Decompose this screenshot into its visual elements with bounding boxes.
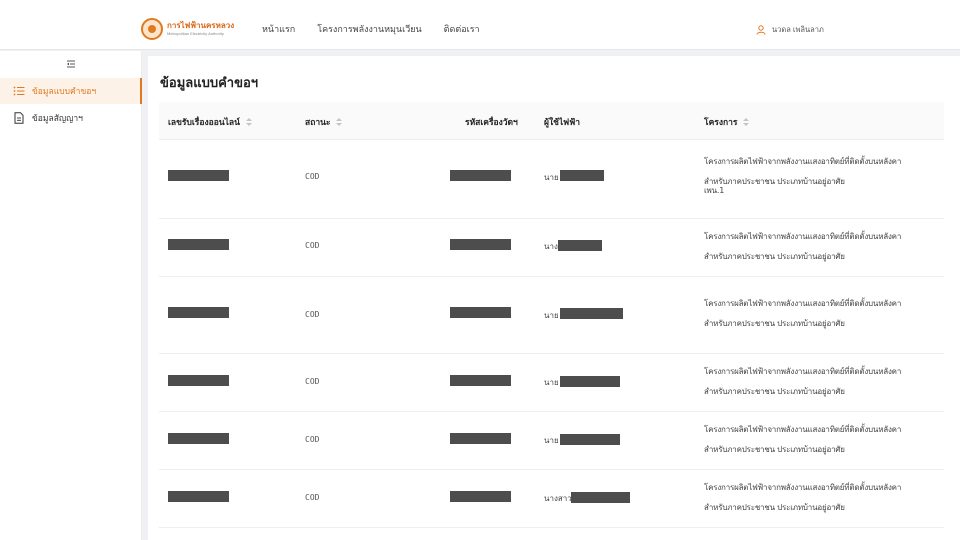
redacted-user-name <box>560 170 604 181</box>
project-cell: โครงการผลิตไฟฟ้าจากพลังงานแสงอาทิตย์ที่ต… <box>704 420 936 459</box>
column-header-user: ผู้ใช้ไฟฟ้า <box>544 115 580 129</box>
logo-name-en: Metropolitan Electricity Authority <box>167 31 224 36</box>
main-content: ข้อมูลแบบคำขอฯ เลขรับเรื่องออนไลน์ สถานะ… <box>148 56 960 540</box>
project-cell: โครงการผลิตไฟฟ้าจากพลังงานแสงอาทิตย์ที่ต… <box>704 294 936 333</box>
sort-icon[interactable] <box>245 118 252 126</box>
project-line: โครงการผลิตไฟฟ้าจากพลังงานแสงอาทิตย์ที่ต… <box>704 299 902 308</box>
project-line: สำหรับภาคประชาชน ประเภทบ้านอยู่อาศัย <box>704 318 845 328</box>
nav-contact[interactable]: ติดต่อเรา <box>444 22 480 36</box>
redacted-request-no <box>168 433 229 444</box>
column-label: ผู้ใช้ไฟฟ้า <box>544 118 580 128</box>
mea-seal-icon <box>141 18 163 40</box>
table-row[interactable]: COD นาย โครงการผลิตไฟฟ้าจากพลังงานแสงอาท… <box>159 354 944 412</box>
status-cell: COD <box>305 493 320 502</box>
project-cell: โครงการผลิตไฟฟ้าจากพลังงานแสงอาทิตย์ที่ต… <box>704 227 936 266</box>
table-row[interactable]: COD นาง โครงการผลิตไฟฟ้าจากพลังงานแสงอาท… <box>159 219 944 277</box>
user-prefix: นาย <box>544 173 559 182</box>
column-label: สถานะ <box>305 118 331 128</box>
table-header: เลขรับเรื่องออนไลน์ สถานะ รหัสเครื่องวัด… <box>159 102 944 140</box>
user-prefix: นาย <box>544 436 559 445</box>
project-line: สำหรับภาคประชาชน ประเภทบ้านอยู่อาศัย <box>704 444 845 454</box>
sort-icon[interactable] <box>336 118 343 126</box>
table-row[interactable]: COD นาย โครงการผลิตไฟฟ้าจากพลังงานแสงอาท… <box>159 277 944 354</box>
redacted-request-no <box>168 375 229 386</box>
table-row[interactable]: COD นางสาว โครงการผลิตไฟฟ้าจากพลังงานแสง… <box>159 470 944 528</box>
top-header: การไฟฟ้านครหลวง Metropolitan Electricity… <box>0 0 960 50</box>
user-prefix: นาง <box>544 242 558 251</box>
redacted-user-name <box>560 376 620 387</box>
sort-icon[interactable] <box>743 118 750 126</box>
column-label: โครงการ <box>704 118 738 128</box>
project-cell: โครงการผลิตไฟฟ้าจากพลังงานแสงอาทิตย์ที่ต… <box>704 152 936 195</box>
project-line: สำหรับภาคประชาชน ประเภทบ้านอยู่อาศัย <box>704 502 845 512</box>
project-line: โครงการผลิตไฟฟ้าจากพลังงานแสงอาทิตย์ที่ต… <box>704 232 902 241</box>
column-header-status[interactable]: สถานะ <box>305 115 343 129</box>
status-cell: COD <box>305 172 320 181</box>
page-title: ข้อมูลแบบคำขอฯ <box>160 76 259 91</box>
project-line: โครงการผลิตไฟฟ้าจากพลังงานแสงอาทิตย์ที่ต… <box>704 157 902 166</box>
table-row[interactable]: COD นาย โครงการผลิตไฟฟ้าจากพลังงานแสงอาท… <box>159 141 944 219</box>
sidebar-item-label: ข้อมูลแบบคำขอฯ <box>32 87 97 97</box>
nav-renewable-projects[interactable]: โครงการพลังงานหมุนเวียน <box>317 22 421 36</box>
list-icon <box>13 86 25 96</box>
redacted-meter-code <box>450 307 511 318</box>
project-line: โครงการผลิตไฟฟ้าจากพลังงานแสงอาทิตย์ที่ต… <box>704 425 902 434</box>
project-line: โครงการผลิตไฟฟ้าจากพลังงานแสงอาทิตย์ที่ต… <box>704 367 902 376</box>
status-cell: COD <box>305 310 320 319</box>
project-cell: โครงการผลิตไฟฟ้าจากพลังงานแสงอาทิตย์ที่ต… <box>704 362 936 401</box>
column-label: รหัสเครื่องวัดฯ <box>465 118 518 128</box>
logo-text: การไฟฟ้านครหลวง Metropolitan Electricity… <box>167 21 234 37</box>
redacted-meter-code <box>450 491 511 502</box>
status-cell: COD <box>305 241 320 250</box>
column-header-online-request-no[interactable]: เลขรับเรื่องออนไลน์ <box>168 115 252 129</box>
user-menu[interactable]: นวดล เพลินลาภ <box>756 24 824 36</box>
table-row[interactable]: COD นาย โครงการผลิตไฟฟ้าจากพลังงานแสงอาท… <box>159 412 944 470</box>
menu-fold-icon[interactable] <box>66 59 76 69</box>
document-icon <box>14 112 24 124</box>
logo-name-th: การไฟฟ้านครหลวง <box>167 21 235 30</box>
redacted-user-name <box>560 308 623 319</box>
user-name: นวดล เพลินลาภ <box>772 25 824 34</box>
mea-logo[interactable]: การไฟฟ้านครหลวง Metropolitan Electricity… <box>141 18 234 40</box>
user-icon <box>756 25 766 35</box>
user-prefix: นาย <box>544 378 559 387</box>
user-prefix: นาย <box>544 311 559 320</box>
column-header-project[interactable]: โครงการ <box>704 115 750 129</box>
status-cell: COD <box>305 435 320 444</box>
redacted-meter-code <box>450 375 511 386</box>
project-line: สำหรับภาคประชาชน ประเภทบ้านอยู่อาศัย <box>704 251 845 261</box>
redacted-request-no <box>168 170 229 181</box>
redacted-meter-code <box>450 239 511 250</box>
project-cell: โครงการผลิตไฟฟ้าจากพลังงานแสงอาทิตย์ที่ต… <box>704 478 936 517</box>
redacted-meter-code <box>450 170 511 181</box>
redacted-request-no <box>168 307 229 318</box>
main-nav: หน้าแรก โครงการพลังงานหมุนเวียน ติดต่อเร… <box>262 22 502 36</box>
sidebar-item-contract-info[interactable]: ข้อมูลสัญญาฯ <box>0 105 142 131</box>
sidebar-item-request-info[interactable]: ข้อมูลแบบคำขอฯ <box>0 78 142 104</box>
redacted-request-no <box>168 239 229 250</box>
status-cell: COD <box>305 377 320 386</box>
redacted-meter-code <box>450 433 511 444</box>
sidebar: ข้อมูลแบบคำขอฯ ข้อมูลสัญญาฯ <box>0 51 142 540</box>
redacted-user-name <box>560 434 620 445</box>
sidebar-item-label: ข้อมูลสัญญาฯ <box>32 114 83 124</box>
column-header-meter-code: รหัสเครื่องวัดฯ <box>465 115 518 129</box>
project-line: สำหรับภาคประชาชน ประเภทบ้านอยู่อาศัย <box>704 386 845 396</box>
redacted-user-name <box>571 492 630 503</box>
redacted-user-name <box>558 240 602 251</box>
redacted-request-no <box>168 491 229 502</box>
nav-home[interactable]: หน้าแรก <box>262 22 295 36</box>
column-label: เลขรับเรื่องออนไลน์ <box>168 118 240 128</box>
project-line: โครงการผลิตไฟฟ้าจากพลังงานแสงอาทิตย์ที่ต… <box>704 483 902 492</box>
user-prefix: นางสาว <box>544 494 572 503</box>
